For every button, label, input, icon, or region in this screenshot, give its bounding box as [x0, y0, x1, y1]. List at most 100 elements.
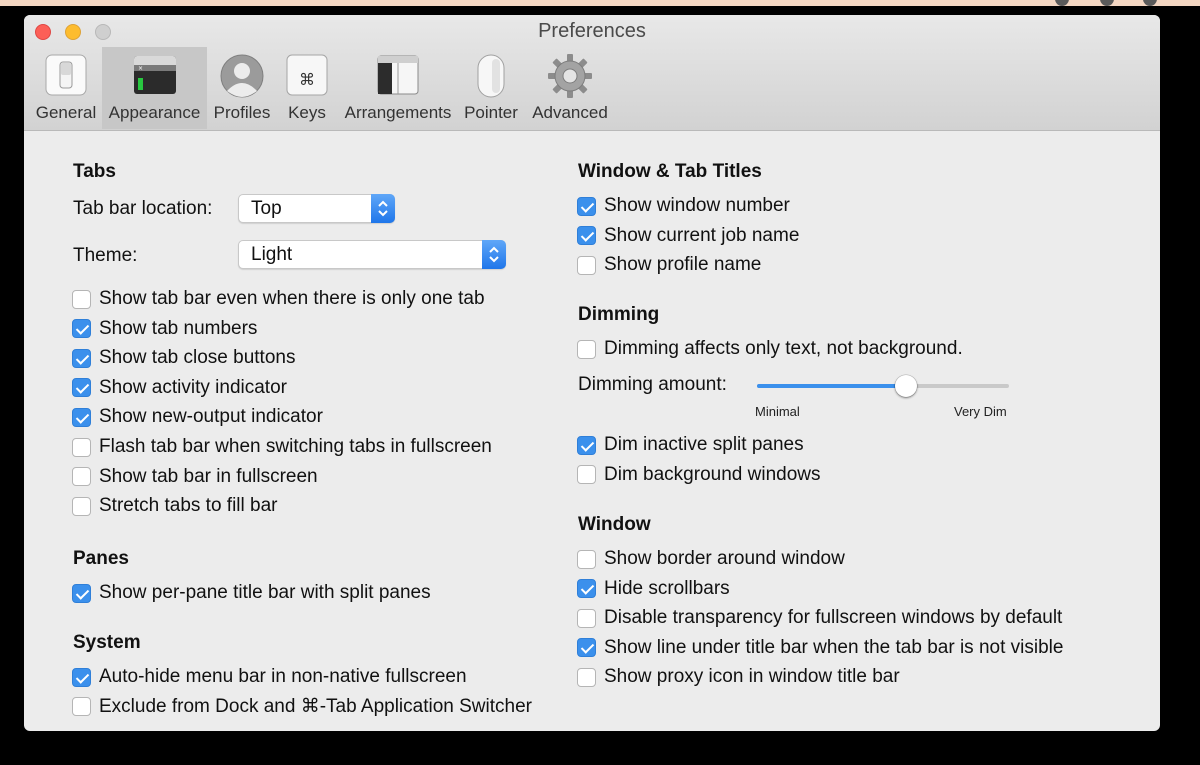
- toolbar-item-advanced[interactable]: Advanced: [528, 47, 612, 129]
- checkbox-label: Show current job name: [604, 224, 800, 246]
- checkbox-row[interactable]: Show line under title bar when the tab b…: [577, 637, 1063, 659]
- checkbox-row[interactable]: Show tab bar in fullscreen: [72, 466, 318, 488]
- checkbox-checked[interactable]: [577, 226, 596, 246]
- checkbox-label: Show new-output indicator: [99, 406, 323, 428]
- checkbox-label: Show proxy icon in window title bar: [604, 666, 900, 688]
- updown-arrows-icon: [482, 240, 506, 269]
- checkbox-row[interactable]: Show current job name: [577, 225, 799, 247]
- dimming-max-label: Very Dim: [954, 404, 1007, 419]
- checkbox-row[interactable]: Show per-pane title bar with split panes: [72, 582, 431, 604]
- toolbar-item-profiles[interactable]: Profiles: [211, 47, 273, 129]
- checkbox-label: Show tab numbers: [99, 317, 258, 339]
- checkbox-row[interactable]: Flash tab bar when switching tabs in ful…: [72, 436, 492, 458]
- checkbox-label: Dimming affects only text, not backgroun…: [604, 338, 963, 359]
- checkbox-unchecked[interactable]: [577, 465, 596, 485]
- checkbox-row[interactable]: Show tab numbers: [72, 318, 257, 340]
- theme-select[interactable]: Light: [238, 240, 506, 269]
- checkbox-checked[interactable]: [577, 579, 596, 599]
- checkbox-row[interactable]: Dim background windows: [577, 464, 821, 486]
- checkbox-unchecked[interactable]: [577, 255, 596, 275]
- tab-bar-location-label: Tab bar location:: [73, 198, 213, 219]
- checkbox-row[interactable]: Show window number: [577, 195, 790, 217]
- checkbox-label: Dim inactive split panes: [604, 434, 804, 455]
- toolbar-item-arrangements[interactable]: Arrangements: [342, 47, 454, 129]
- toolbar-label: Appearance: [108, 103, 201, 122]
- dimming-slider-knob[interactable]: [894, 375, 917, 397]
- checkbox-label: Disable transparency for fullscreen wind…: [604, 607, 1063, 629]
- checkbox-unchecked[interactable]: [72, 467, 91, 487]
- checkbox-row[interactable]: Show border around window: [577, 548, 845, 570]
- checkbox-checked[interactable]: [577, 435, 596, 455]
- checkbox-label: Show profile name: [604, 254, 762, 276]
- checkbox-unchecked[interactable]: [577, 339, 596, 359]
- section-heading-tabs: Tabs: [73, 161, 116, 182]
- checkbox-row[interactable]: Show proxy icon in window title bar: [577, 666, 900, 688]
- checkbox-checked[interactable]: [577, 638, 596, 658]
- checkbox-row[interactable]: Exclude from Dock and ⌘-Tab Application …: [72, 696, 532, 718]
- dimming-amount-label: Dimming amount:: [578, 374, 727, 395]
- toolbar-item-general[interactable]: General: [32, 47, 100, 129]
- toolbar-item-appearance[interactable]: × Appearance: [102, 47, 207, 129]
- checkbox-label: Show per-pane title bar with split panes: [99, 582, 431, 603]
- checkbox-checked[interactable]: [72, 378, 91, 398]
- checkbox-row[interactable]: Show activity indicator: [72, 377, 287, 399]
- checkbox-row[interactable]: Show tab bar even when there is only one…: [72, 288, 485, 310]
- checkbox-unchecked[interactable]: [72, 289, 91, 309]
- toolbar-label: General: [35, 103, 97, 122]
- checkbox-row[interactable]: Dimming affects only text, not backgroun…: [577, 338, 963, 360]
- section-heading-dimming: Dimming: [578, 304, 660, 325]
- checkbox-row[interactable]: Show tab close buttons: [72, 347, 295, 369]
- desktop-menu-strip: [0, 0, 1200, 6]
- checkbox-row[interactable]: Disable transparency for fullscreen wind…: [577, 607, 1062, 629]
- checkbox-label: Show tab close buttons: [99, 347, 296, 369]
- checkbox-unchecked[interactable]: [72, 437, 91, 457]
- checkbox-label: Show window number: [604, 195, 790, 216]
- checkbox-row[interactable]: Show profile name: [577, 254, 761, 276]
- svg-text:×: ×: [138, 65, 143, 72]
- toolbar-item-keys[interactable]: ⌘ Keys: [278, 47, 336, 129]
- toolbar-label: Profiles: [213, 103, 271, 122]
- menu-extra-icon: [1100, 0, 1114, 6]
- dimming-slider-fill: [757, 384, 906, 388]
- general-switch-icon: [44, 53, 88, 102]
- checkbox-unchecked[interactable]: [577, 667, 596, 687]
- checkbox-row[interactable]: Dim inactive split panes: [577, 434, 804, 456]
- checkbox-checked[interactable]: [72, 319, 91, 339]
- window-title: Preferences: [538, 20, 646, 42]
- section-heading-window: Window: [578, 514, 651, 535]
- checkbox-checked[interactable]: [72, 667, 91, 687]
- toolbar-item-pointer[interactable]: Pointer: [459, 47, 523, 129]
- toolbar-label: Arrangements: [344, 103, 452, 122]
- checkbox-row[interactable]: Show new-output indicator: [72, 406, 323, 428]
- checkbox-checked[interactable]: [577, 196, 596, 216]
- checkbox-checked[interactable]: [72, 583, 91, 603]
- svg-text:⌘: ⌘: [299, 70, 315, 89]
- theme-label: Theme:: [73, 245, 138, 266]
- tab-bar-location-select[interactable]: Top: [238, 194, 395, 223]
- checkbox-unchecked[interactable]: [577, 549, 596, 569]
- checkbox-label: Show tab bar even when there is only one…: [99, 288, 485, 309]
- preferences-window: Preferences General × Appearance Profile…: [24, 15, 1160, 731]
- profile-silhouette-icon: [219, 53, 265, 104]
- appearance-terminal-icon: ×: [132, 53, 178, 102]
- checkbox-row[interactable]: Auto-hide menu bar in non-native fullscr…: [72, 666, 467, 688]
- checkbox-unchecked[interactable]: [72, 697, 91, 717]
- toolbar-label: Advanced: [532, 103, 608, 122]
- mouse-icon: [469, 53, 513, 104]
- titlebar-toolbar: Preferences General × Appearance Profile…: [24, 15, 1160, 131]
- window-arrangement-icon: [374, 53, 422, 102]
- checkbox-checked[interactable]: [72, 348, 91, 368]
- checkbox-row[interactable]: Stretch tabs to fill bar: [72, 495, 277, 517]
- checkbox-label: Dim background windows: [604, 463, 821, 485]
- gear-icon: [547, 53, 593, 104]
- checkbox-label: Show border around window: [604, 548, 845, 569]
- toolbar-label: Keys: [288, 103, 326, 122]
- checkbox-unchecked[interactable]: [577, 608, 596, 628]
- checkbox-checked[interactable]: [72, 407, 91, 427]
- section-heading-panes: Panes: [73, 548, 129, 569]
- checkbox-label: Flash tab bar when switching tabs in ful…: [99, 436, 492, 457]
- toolbar-label: Pointer: [464, 103, 518, 122]
- checkbox-row[interactable]: Hide scrollbars: [577, 578, 730, 600]
- checkbox-label: Auto-hide menu bar in non-native fullscr…: [99, 666, 467, 687]
- checkbox-unchecked[interactable]: [72, 496, 91, 516]
